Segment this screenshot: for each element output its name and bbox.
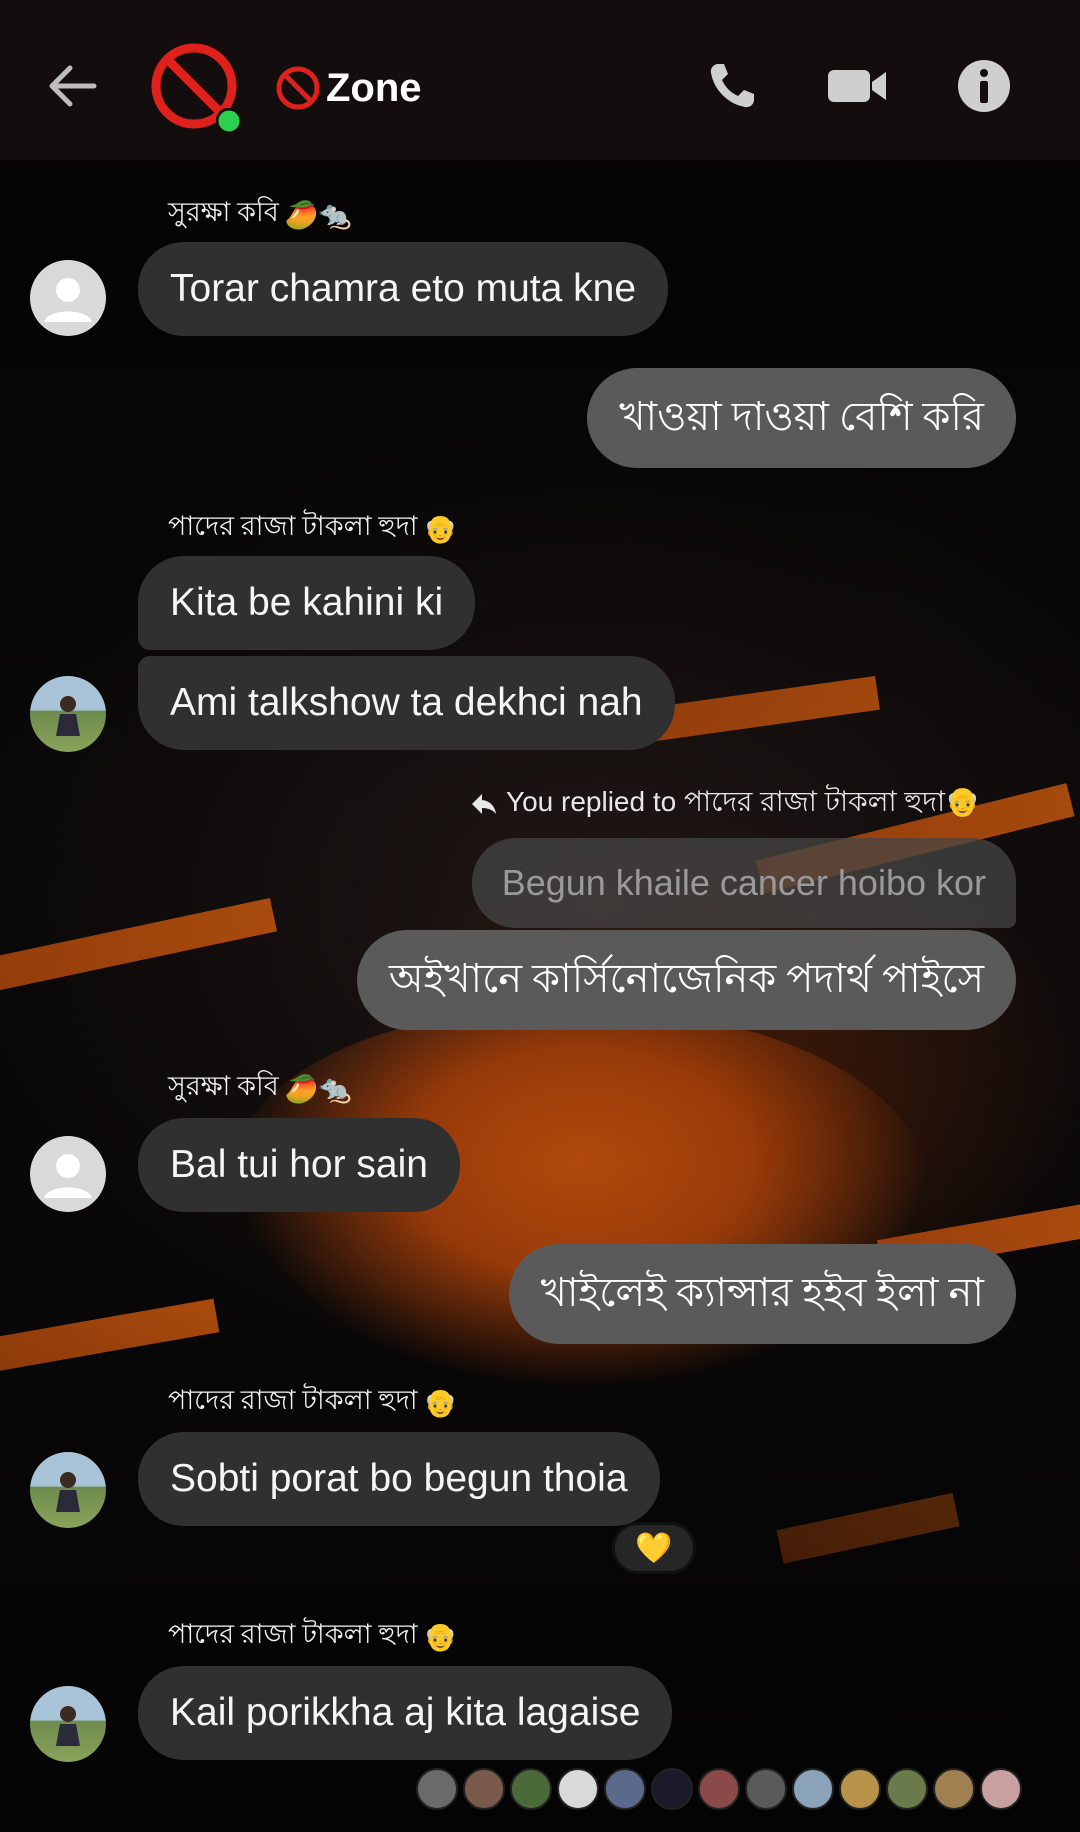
seen-avatar [557, 1768, 599, 1810]
arrow-left-icon[interactable] [44, 62, 100, 110]
message-bubble[interactable]: Ami talkshow ta dekhci nah [138, 656, 675, 750]
avatar[interactable] [30, 676, 106, 752]
seen-avatar [792, 1768, 834, 1810]
seen-avatar [745, 1768, 787, 1810]
seen-avatar [933, 1768, 975, 1810]
seen-avatar [463, 1768, 505, 1810]
sender-name: পাদের রাজা টাকলা হুদা 👴 [168, 1614, 457, 1659]
person-photo [56, 1472, 80, 1512]
message-bubble[interactable]: Sobti porat bo begun thoia [138, 1432, 660, 1526]
seen-avatar [510, 1768, 552, 1810]
no-entry-icon [276, 66, 320, 110]
group-title[interactable]: Zone [274, 64, 422, 112]
avatar[interactable] [30, 260, 106, 336]
seen-avatar [980, 1768, 1022, 1810]
sender-name: সুরক্ষা কবি 🥭🐀 [168, 1066, 352, 1111]
avatar[interactable] [30, 1686, 106, 1762]
reply-note: You replied to পাদের রাজা টাকলা হুদা👴 [470, 780, 980, 827]
sender-label: সুরক্ষা কবি [168, 197, 279, 227]
sender-name: পাদের রাজা টাকলা হুদা 👴 [168, 506, 457, 551]
person-photo [56, 1706, 80, 1746]
sender-emoji: 🥭🐀 [284, 199, 353, 231]
seen-avatar [604, 1768, 646, 1810]
outgoing-message-bubble[interactable]: খাওয়া দাওয়া বেশি করি [587, 368, 1016, 468]
online-status-dot [216, 108, 242, 134]
phone-icon[interactable] [704, 58, 760, 114]
sender-label: সুরক্ষা কবি [168, 1071, 279, 1101]
sender-label: পাদের রাজা টাকলা হুদা [168, 1619, 418, 1649]
avatar[interactable] [30, 1136, 106, 1212]
chat-header: Zone [0, 0, 1080, 160]
outgoing-message-bubble[interactable]: অইখানে কার্সিনোজেনিক পদার্থ পাইসে [356, 930, 1016, 1030]
message-list: সুরক্ষা কবি 🥭🐀 Torar chamra eto muta kne… [0, 0, 1080, 1832]
reaction-badge[interactable]: 💛 [612, 1522, 696, 1574]
message-bubble[interactable]: Kita be kahini ki [138, 556, 476, 650]
group-avatar[interactable] [148, 40, 242, 134]
outgoing-message-bubble[interactable]: খাইলেই ক্যান্সার হইব ইলা না [508, 1244, 1016, 1344]
sender-emoji: 👴 [423, 1387, 458, 1419]
quoted-message[interactable]: Begun khaile cancer hoibo kor [471, 838, 1016, 928]
sender-name: সুরক্ষা কবি 🥭🐀 [168, 192, 352, 237]
seen-avatar [651, 1768, 693, 1810]
message-bubble[interactable]: Kail porikkha aj kita lagaise [138, 1666, 673, 1760]
avatar[interactable] [30, 1452, 106, 1528]
person-photo [56, 696, 80, 736]
sender-emoji: 🥭🐀 [284, 1073, 353, 1105]
sender-name: পাদের রাজা টাকলা হুদা 👴 [168, 1380, 457, 1425]
message-bubble[interactable]: Bal tui hor sain [138, 1118, 460, 1212]
seen-avatar [839, 1768, 881, 1810]
sender-emoji: 👴 [423, 513, 458, 545]
seen-avatar [416, 1768, 458, 1810]
sender-emoji: 👴 [423, 1621, 458, 1653]
info-icon[interactable] [956, 58, 1012, 114]
default-user-icon [44, 1154, 92, 1198]
video-camera-icon[interactable] [826, 58, 890, 114]
default-user-icon [44, 278, 92, 322]
sender-label: পাদের রাজা টাকলা হুদা [168, 1385, 418, 1415]
group-name: Zone [326, 65, 422, 110]
seen-avatar [886, 1768, 928, 1810]
yellow-heart-icon: 💛 [635, 1530, 673, 1566]
message-bubble[interactable]: Torar chamra eto muta kne [138, 242, 669, 336]
reply-arrow-icon [471, 793, 496, 814]
sender-label: পাদের রাজা টাকলা হুদা [168, 511, 418, 541]
seen-avatar [698, 1768, 740, 1810]
seen-by-row[interactable] [416, 1768, 1022, 1812]
reply-note-label: You replied to পাদের রাজা টাকলা হুদা👴 [505, 786, 980, 817]
